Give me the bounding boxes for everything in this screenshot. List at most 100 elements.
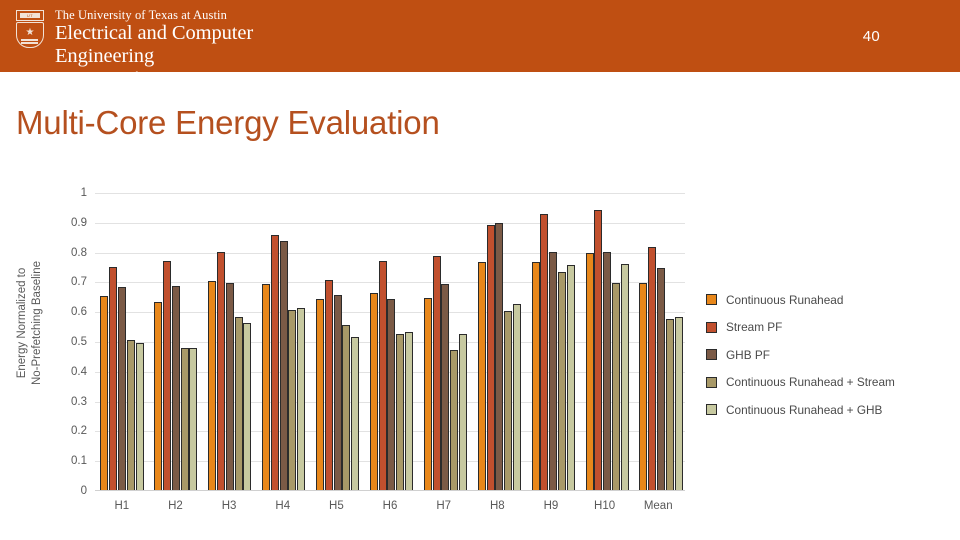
bar [585,253,594,490]
y-axis-ticks: 1 0.9 0.8 0.7 0.6 0.5 0.4 0.3 0.2 0.1 0 [55,180,87,497]
legend-item-label: Stream PF [726,320,783,335]
page-title: Multi-Core Energy Evaluation [16,104,440,141]
legend-item: GHB PF [706,341,956,369]
bar [225,282,234,490]
y-axis-title: Energy Normalized to No-Prefetching Base… [15,223,45,423]
bar [117,287,126,490]
y-axis-tick-label: 0 [80,485,87,497]
bar [135,342,144,490]
legend-color-swatch [706,294,717,306]
page-number: 40 [862,28,880,45]
chart-legend: Continuous Runahead Stream PF GHB PF Contin… [706,286,956,424]
bar [648,247,657,490]
y-axis-title-line2: No-Prefetching Baseline [31,261,43,386]
bar [171,285,180,490]
legend-color-swatch [706,349,717,361]
x-axis-tick-label: H2 [168,500,183,512]
bar-group [472,192,526,490]
legend-item: Stream PF [706,314,956,342]
bar-group [418,192,472,490]
bar [477,262,486,490]
ut-austin-ece-logo: UT ★ The University of Texas at Austin E… [14,8,253,83]
x-axis-tick-label: H7 [436,500,452,512]
bar [109,266,118,490]
y-axis-tick-label: 0.9 [71,216,87,229]
bar-group [257,192,311,490]
legend-item-label: Continuous Runahead [726,292,844,307]
x-axis-tick-label: H9 [543,500,559,512]
bar-group [203,192,257,490]
bar [657,268,666,490]
energy-bar-chart: Energy Normalized to No-Prefetching Base… [0,180,700,525]
bar [432,256,441,490]
bar [540,214,549,490]
bar-groups [95,192,685,490]
bar-group [95,192,149,490]
logo-school-line: Cockrell School of Engineering [55,70,194,82]
plot-area [95,193,685,491]
y-axis-tick-label: 0.4 [71,365,87,378]
bar [405,332,414,490]
bar [458,333,467,490]
bar [324,279,333,490]
legend-color-swatch [706,321,717,333]
bar [369,293,378,490]
bar [262,284,271,490]
bar [594,209,603,490]
y-axis-tick-label: 0.8 [71,246,87,259]
legend-item-label: Continuous Runahead + GHB [726,402,883,417]
bar [342,324,351,490]
bar-group [634,192,688,490]
bar [674,317,683,490]
legend-item: Continuous Runahead [706,286,956,314]
bar-group [580,192,634,490]
bar [270,235,279,490]
bar [126,339,135,490]
bar [512,303,521,490]
bar-group [526,192,580,490]
bar [180,348,189,490]
logo-dept-line2: Engineering [55,45,155,67]
bar [531,262,540,490]
y-axis-tick-label: 0.2 [71,425,87,438]
bar [163,260,172,490]
ut-seal-icon: UT ★ [14,10,46,50]
bar [297,308,306,490]
x-axis-labels: H1 H2 H3 H4 H5 H6 H7 H8 H9 H10 Mean [95,500,685,512]
bar [639,282,648,490]
bar [208,281,217,490]
seal-text: UT [20,13,40,18]
x-axis-tick-label: H6 [382,500,398,512]
y-axis-tick-label: 1 [80,187,87,199]
y-axis-tick-label: 0.1 [71,455,87,468]
bar [279,241,288,490]
bar [603,251,612,490]
logo-dept-line1: Electrical and Computer [55,22,254,44]
logo-university-line: The University of Texas at Austin [55,8,227,22]
bar [396,333,405,490]
bar [504,311,513,490]
bar [611,282,620,490]
y-axis-title-line1: Energy Normalized to [16,267,28,379]
legend-color-swatch [706,376,717,388]
bar [333,294,342,490]
x-axis-tick-label: H3 [221,500,237,512]
bar [387,299,396,490]
y-axis-tick-label: 0.7 [71,276,87,289]
legend-item: Continuous Runahead + Stream [706,369,956,397]
legend-item-label: GHB PF [726,347,770,362]
x-axis-tick-label: H10 [594,500,616,512]
bar [665,318,674,490]
bar [100,296,109,490]
bar-group [311,192,365,490]
bar-group [149,192,203,490]
bar [154,302,163,490]
bar [557,272,566,490]
logo-wordmark: The University of Texas at Austin Electr… [55,8,253,83]
x-axis-tick-label: H4 [275,500,291,512]
bar [234,317,243,490]
bar [423,297,432,490]
bar [620,263,629,490]
bar [216,251,225,490]
slide-root: UT ★ The University of Texas at Austin E… [0,0,960,540]
